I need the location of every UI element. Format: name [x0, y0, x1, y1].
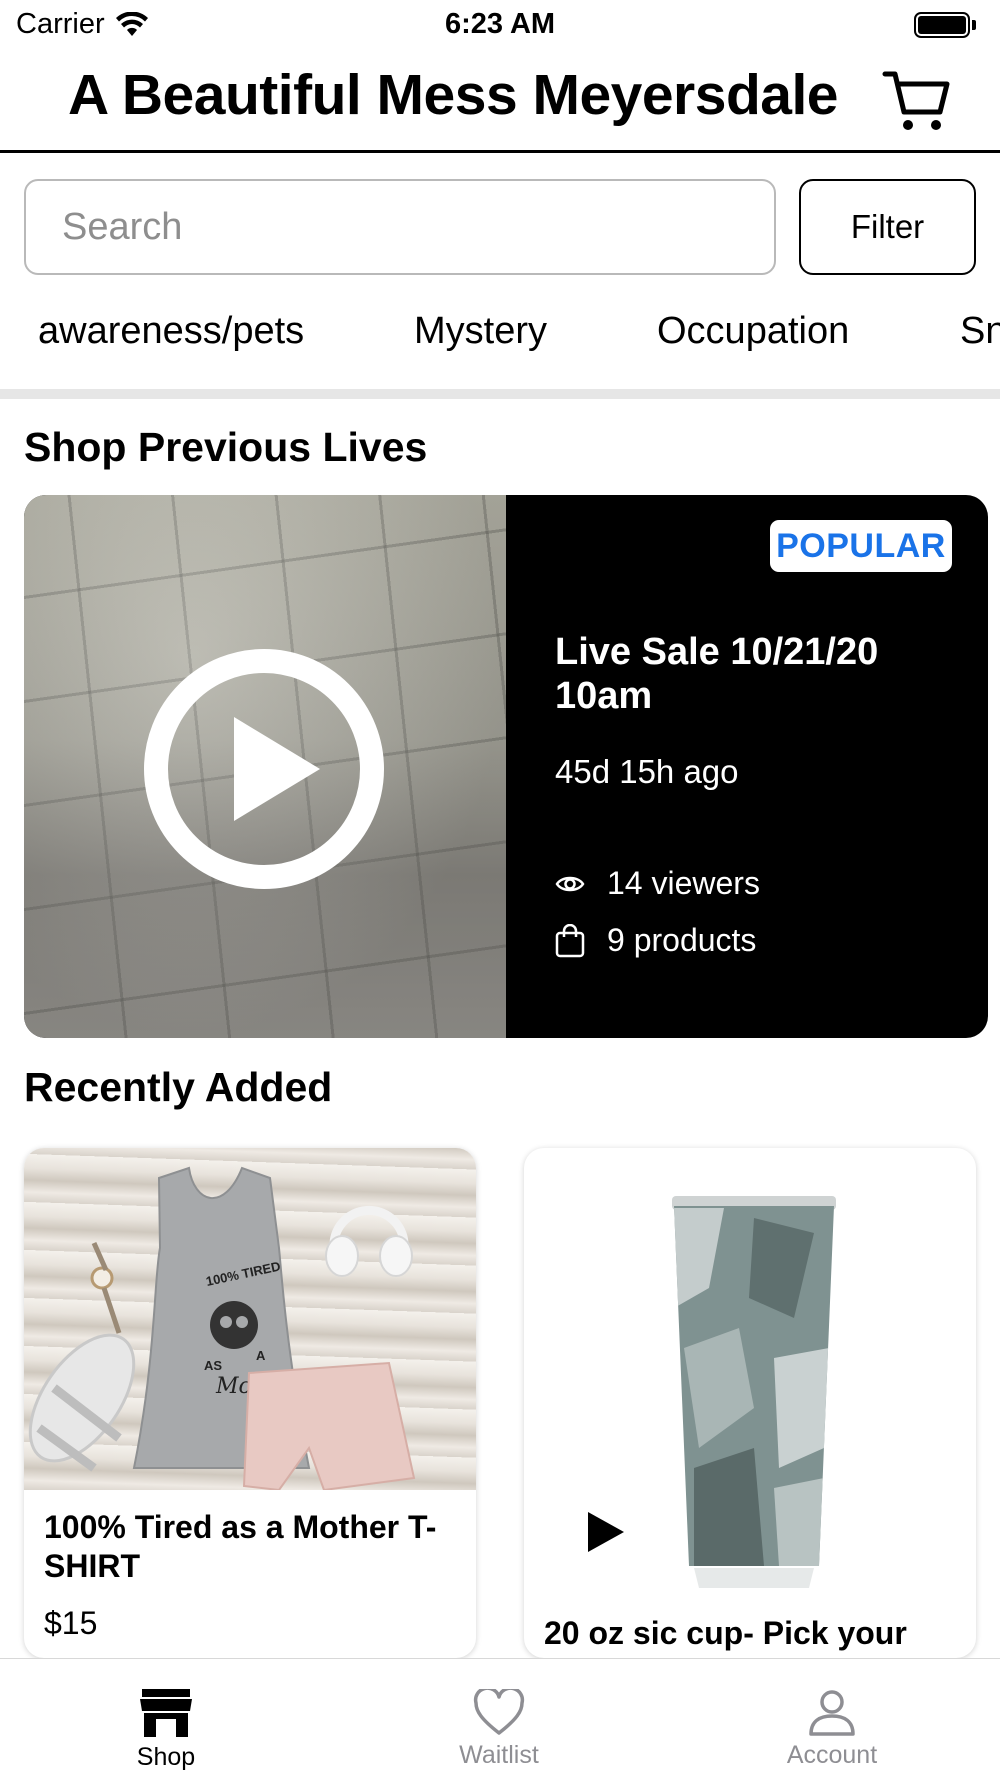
live-sale-card[interactable]: POPULAR Live Sale 10/21/20 10am 45d 15h …: [24, 495, 988, 1038]
tank-top-photo: 100% TIRED AS A Mother: [28, 1166, 416, 1492]
store-icon: [140, 1689, 192, 1737]
category-strip[interactable]: awareness/pets Mystery Occupation Sn: [0, 300, 1000, 390]
previous-lives-heading: Shop Previous Lives: [24, 424, 428, 470]
product-name[interactable]: 20 oz sic cup- Pick your: [544, 1614, 964, 1653]
app-title: A Beautiful Mess Meyersdale: [68, 63, 839, 127]
video-play-icon[interactable]: [586, 1510, 626, 1554]
tab-account[interactable]: Account: [732, 1659, 932, 1778]
app-header: A Beautiful Mess Meyersdale: [0, 50, 1000, 153]
product-card[interactable]: 20 oz sic cup- Pick your: [524, 1148, 976, 1658]
battery-icon: [914, 12, 970, 38]
cart-icon[interactable]: [882, 66, 952, 134]
popular-badge: POPULAR: [770, 520, 952, 572]
person-icon: [809, 1690, 855, 1736]
section-divider: [0, 389, 1000, 399]
product-card[interactable]: 100% TIRED AS A Mother 100% Tired as a M…: [24, 1148, 476, 1658]
status-time: 6:23 AM: [444, 8, 556, 40]
category-awareness-pets[interactable]: awareness/pets: [38, 310, 304, 353]
tab-label-shop: Shop: [136, 1743, 196, 1771]
shirt-print-line-2: AS: [204, 1358, 222, 1373]
tab-label-waitlist: Waitlist: [459, 1741, 539, 1769]
product-price: $15: [44, 1605, 98, 1641]
tab-waitlist[interactable]: Waitlist: [399, 1659, 599, 1778]
category-sn[interactable]: Sn: [960, 310, 1000, 353]
products-stat: 9 products: [555, 922, 756, 959]
search-input[interactable]: [24, 179, 776, 275]
tab-bar: Shop Waitlist Account: [0, 1658, 1000, 1778]
tab-shop[interactable]: Shop: [66, 1659, 266, 1778]
viewers-stat: 14 viewers: [555, 865, 760, 902]
live-sale-time-ago: 45d 15h ago: [555, 753, 739, 790]
shirt-print-line-3: A: [256, 1348, 266, 1363]
product-image[interactable]: 100% TIRED AS A Mother: [24, 1148, 476, 1492]
eye-icon: [555, 876, 585, 891]
status-bar: Carrier 6:23 AM: [0, 0, 1000, 50]
viewers-count: 14 viewers: [607, 865, 760, 901]
live-sale-title: Live Sale 10/21/20 10am: [555, 631, 879, 717]
shopping-bag-icon: [555, 923, 585, 957]
category-mystery[interactable]: Mystery: [414, 310, 547, 353]
play-icon[interactable]: [142, 647, 386, 891]
category-occupation[interactable]: Occupation: [657, 310, 849, 353]
battery-tip: [972, 20, 976, 30]
products-count: 9 products: [607, 922, 757, 958]
heart-icon: [473, 1689, 525, 1735]
tab-label-account: Account: [786, 1741, 878, 1769]
recently-added-heading: Recently Added: [24, 1064, 333, 1110]
filter-button[interactable]: Filter: [799, 179, 976, 275]
product-name[interactable]: 100% Tired as a Mother T-SHIRT: [44, 1508, 464, 1586]
